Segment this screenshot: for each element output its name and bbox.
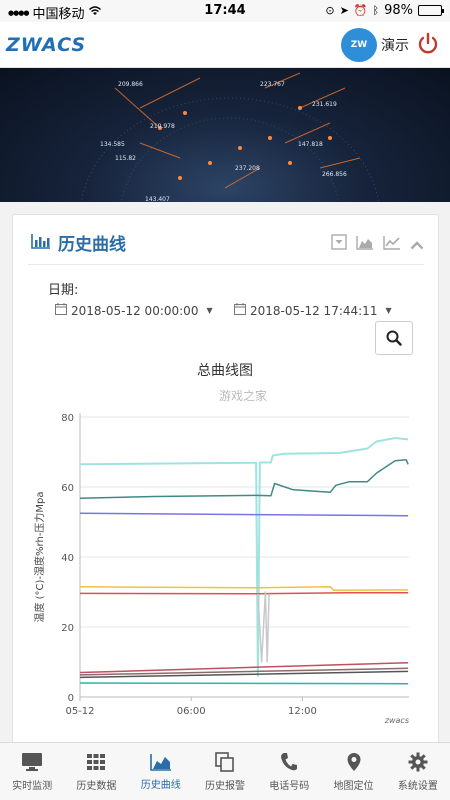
bluetooth-icon: ᛒ: [372, 4, 380, 17]
history-chart: 总曲线图 游戏之家 温度 (°C)-湿度%rh-压力Mpa zwacs 0 20 4…: [33, 363, 409, 725]
banner-label: 266.856: [322, 171, 347, 178]
app-logo: ZWACS: [6, 34, 87, 56]
tab-label: 电话号码: [269, 780, 310, 792]
rotation-lock-icon: ⊙: [325, 4, 335, 17]
grid-icon: [86, 752, 106, 772]
end-date-picker[interactable]: 2018-05-12 17:44:11 ▼: [234, 303, 392, 318]
tab-label: 实时监测: [12, 780, 53, 792]
chart-ylabel: 温度 (°C)-湿度%rh-压力Mpa: [33, 491, 46, 622]
tab-map-pin[interactable]: 地图定位: [321, 743, 385, 800]
map-pin-icon: [346, 752, 362, 772]
series-line: [79, 591, 409, 595]
tab-label: 历史曲线: [140, 779, 181, 791]
x-tick-label: 05-12: [65, 706, 94, 717]
search-icon: [386, 330, 402, 346]
area-chart-icon: [149, 753, 172, 771]
alarm-icon: ⏰: [353, 4, 368, 17]
banner-image: 209.866 223.767 231.619 210.978 134.585 147.8…: [0, 68, 450, 202]
chart-title: 总曲线图: [197, 363, 253, 379]
end-date-value: 2018-05-12 17:44:11: [250, 303, 378, 318]
start-date-picker[interactable]: 2018-05-12 00:00:00 ▼: [55, 303, 213, 318]
area-chart-icon[interactable]: [356, 235, 374, 254]
copy-icon: [215, 751, 235, 772]
tab-area-chart[interactable]: 历史曲线: [129, 743, 193, 800]
history-curve-panel: 历史曲线 日期: 2018-05-12 00:00:00 ▼ 2018-05-1…: [12, 214, 439, 754]
panel-title: 历史曲线: [58, 235, 126, 255]
tab-monitor[interactable]: 实时监测: [0, 743, 64, 800]
banner-label: 237.208: [235, 165, 260, 172]
demo-label: 演示: [381, 38, 409, 54]
line-chart-icon[interactable]: [383, 235, 401, 254]
bar-chart-icon: [31, 233, 51, 253]
bottom-tab-bar: 实时监测 历史数据 历史曲线 历史报警 电话号码 地图定位 系统设置: [0, 742, 450, 800]
y-tick-label: 20: [61, 623, 74, 634]
y-tick-label: 80: [61, 413, 74, 424]
monitor-icon: [21, 752, 43, 772]
banner-label: 210.978: [150, 123, 175, 130]
gear-icon: [408, 752, 428, 772]
chart-credit: zwacs: [384, 716, 409, 725]
chart-watermark: 游戏之家: [219, 388, 267, 403]
panel-header: 历史曲线: [28, 225, 424, 265]
y-tick-label: 40: [61, 553, 74, 564]
banner-label: 147.818: [298, 141, 323, 148]
banner-label: 223.767: [260, 81, 285, 88]
chevron-down-icon: ▼: [206, 306, 213, 315]
power-icon[interactable]: [416, 32, 440, 56]
chevron-down-icon: ▼: [385, 306, 392, 315]
banner-label: 209.866: [118, 81, 143, 88]
status-bar: ●●●● 中国移动 17:44 ⊙ ➤ ⏰ ᛒ 98%: [0, 0, 450, 22]
y-tick-label: 60: [61, 483, 74, 494]
battery-icon: [418, 5, 444, 16]
battery-percent: 98%: [384, 3, 413, 18]
series-line: [79, 682, 409, 685]
tab-grid[interactable]: 历史数据: [64, 743, 128, 800]
app-header: ZWACS ZW 演示: [0, 22, 450, 68]
series-line: [79, 458, 409, 499]
tab-label: 系统设置: [397, 780, 438, 792]
tab-label: 历史数据: [76, 780, 117, 792]
calendar-icon: [55, 303, 67, 318]
x-tick-label: 12:00: [288, 706, 317, 717]
series-line: [79, 512, 409, 517]
tab-gear[interactable]: 系统设置: [386, 743, 450, 800]
demo-button[interactable]: ZW 演示: [341, 28, 409, 62]
dropdown-toggle-icon[interactable]: [331, 234, 347, 254]
date-label: 日期:: [48, 283, 79, 298]
tab-copy[interactable]: 历史报警: [193, 743, 257, 800]
banner-label: 231.619: [312, 101, 337, 108]
x-tick-label: 06:00: [177, 706, 206, 717]
tab-phone[interactable]: 电话号码: [257, 743, 321, 800]
search-button[interactable]: [375, 321, 413, 355]
collapse-icon[interactable]: [410, 235, 424, 254]
phone-icon: [280, 752, 298, 772]
banner-label: 143.407: [145, 196, 170, 202]
y-tick-label: 0: [68, 693, 74, 704]
cloud-icon: ZW: [341, 28, 377, 62]
banner-label: 115.82: [115, 155, 136, 162]
tab-label: 历史报警: [204, 780, 245, 792]
location-icon: ➤: [339, 4, 349, 17]
tab-label: 地图定位: [333, 780, 374, 792]
calendar-icon: [234, 303, 246, 318]
banner-label: 134.585: [100, 141, 125, 148]
series-line: [79, 586, 409, 592]
start-date-value: 2018-05-12 00:00:00: [71, 303, 199, 318]
